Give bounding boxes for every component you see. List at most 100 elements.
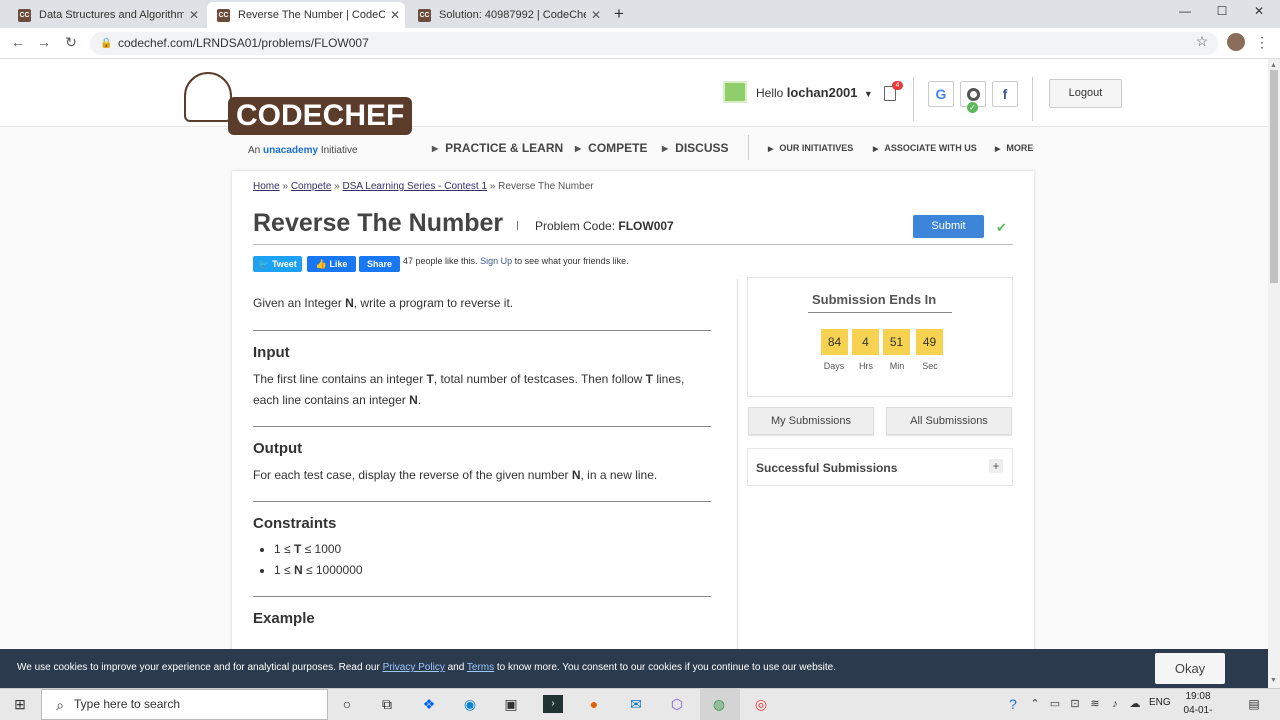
breadcrumb-home[interactable]: Home — [253, 181, 280, 192]
section-divider — [253, 330, 711, 331]
countdown-label: Sec — [922, 361, 938, 371]
facebook-like-text: 47 people like this. Sign Up to see what… — [403, 256, 629, 266]
close-icon[interactable]: ✕ — [586, 8, 606, 22]
windows-start-icon[interactable]: ⊞ — [10, 695, 30, 713]
tab-title: Data Structures and Algorithms C — [39, 9, 184, 21]
facebook-like-button[interactable]: 👍 Like — [307, 256, 356, 272]
browser-tab-dsa[interactable]: CC Data Structures and Algorithms C ✕ — [8, 2, 204, 28]
solved-check-icon: ✔ — [996, 220, 1007, 235]
forward-arrow-icon[interactable]: → — [34, 34, 54, 50]
countdown-label: Min — [889, 361, 905, 371]
unacademy-logo: unacademy — [263, 145, 319, 156]
profile-avatar-icon[interactable] — [1227, 33, 1245, 51]
all-submissions-button[interactable]: All Submissions — [886, 407, 1012, 435]
user-avatar[interactable] — [723, 81, 747, 103]
minimize-icon[interactable]: — — [1170, 4, 1200, 18]
hex-app-icon[interactable]: ⬡ — [667, 695, 687, 713]
countdown-label: Days — [823, 361, 845, 371]
codechef-favicon-icon: CC — [418, 8, 431, 22]
tweet-button[interactable]: 🐦 Tweet — [253, 256, 302, 272]
user-greeting[interactable]: Hello lochan2001 ▼ — [756, 85, 873, 100]
successful-submissions-title: Successful Submissions — [756, 461, 898, 475]
network-icon[interactable]: ⊡ — [1065, 695, 1085, 713]
title-separator — [517, 221, 518, 230]
breadcrumb-compete[interactable]: Compete — [291, 181, 332, 192]
submit-button[interactable]: Submit — [913, 215, 984, 238]
my-submissions-button[interactable]: My Submissions — [748, 407, 874, 435]
terms-link[interactable]: Terms — [467, 662, 494, 673]
privacy-policy-link[interactable]: Privacy Policy — [383, 662, 445, 673]
notification-center-icon[interactable]: ▤ — [1244, 695, 1264, 713]
taskbar-clock[interactable]: 19:08 04-01-2021 — [1176, 690, 1220, 720]
address-bar[interactable]: 🔒 codechef.com/LRNDSA01/problems/FLOW007 — [90, 32, 1218, 55]
timer-title-underline — [808, 312, 952, 313]
expand-plus-icon[interactable]: + — [989, 459, 1003, 473]
help-icon[interactable]: ? — [1003, 695, 1023, 713]
chef-hat-logo-icon — [184, 72, 232, 122]
header-divider — [913, 77, 914, 121]
browser-tab-solution[interactable]: CC Solution: 40987992 | CodeChef ✕ — [408, 2, 606, 28]
triangle-right-icon: ▶ — [873, 146, 879, 153]
countdown-hours: 4 — [852, 329, 879, 355]
new-tab-icon[interactable]: + — [614, 4, 624, 24]
firefox-icon[interactable]: ● — [584, 695, 604, 713]
terminal-app-icon[interactable]: › — [543, 695, 563, 713]
facebook-signup-link[interactable]: Sign Up — [480, 256, 512, 266]
facebook-icon[interactable]: f — [992, 81, 1018, 107]
constraints-list: 1 ≤ T ≤ 1000 1 ≤ N ≤ 1000000 — [253, 539, 711, 581]
store-icon[interactable]: ▣ — [501, 695, 521, 713]
header-divider — [1032, 77, 1033, 121]
chevron-up-icon[interactable]: ⌃ — [1025, 695, 1045, 713]
url-text: codechef.com/LRNDSA01/problems/FLOW007 — [118, 36, 369, 50]
example-heading: Example — [253, 610, 315, 627]
window-close-icon[interactable]: ✕ — [1244, 4, 1274, 18]
nav-practice-learn[interactable]: ▶ PRACTICE & LEARN — [432, 141, 563, 155]
onedrive-icon[interactable]: ☁ — [1125, 695, 1145, 713]
reload-icon[interactable]: ↻ — [61, 34, 81, 51]
mail-icon[interactable]: ✉ — [626, 695, 646, 713]
facebook-share-button[interactable]: Share — [359, 256, 400, 272]
edge-icon[interactable]: ◉ — [460, 695, 480, 713]
breadcrumb-contest[interactable]: DSA Learning Series - Contest 1 — [343, 181, 488, 192]
scroll-up-icon[interactable]: ▲ — [1270, 62, 1277, 69]
codechef-logo[interactable]: CODECHEF — [228, 97, 413, 135]
cookie-okay-button[interactable]: Okay — [1155, 653, 1225, 684]
nav-associate-with-us[interactable]: ▶ ASSOCIATE WITH US — [873, 143, 977, 153]
taskbar-search-input[interactable]: Type here to search — [41, 689, 328, 720]
maximize-icon[interactable]: ☐ — [1207, 4, 1237, 18]
nav-more[interactable]: ▶ MORE — [995, 143, 1033, 153]
codechef-favicon-icon: CC — [217, 8, 230, 22]
dropbox-icon[interactable]: ❖ — [419, 695, 439, 713]
breadcrumb: Home » Compete » DSA Learning Series - C… — [253, 181, 594, 192]
google-icon[interactable]: G — [928, 81, 954, 107]
close-icon[interactable]: ✕ — [385, 8, 405, 22]
volume-icon[interactable]: ♪ — [1105, 695, 1125, 713]
triangle-right-icon: ▶ — [432, 143, 439, 153]
nav-discuss[interactable]: ▶ DISCUSS — [662, 141, 729, 155]
triangle-right-icon: ▶ — [575, 143, 582, 153]
nav-compete[interactable]: ▶ COMPETE — [575, 141, 648, 155]
back-arrow-icon[interactable]: ← — [8, 34, 28, 50]
tab-title: Reverse The Number | CodeChef — [238, 9, 385, 21]
browser-menu-icon[interactable]: ⋮ — [1252, 34, 1272, 51]
cortana-icon[interactable]: ○ — [337, 695, 357, 713]
submission-ends-title: Submission Ends In — [812, 292, 937, 307]
scroll-down-icon[interactable]: ▼ — [1270, 677, 1277, 684]
recorder-app-icon[interactable]: ◎ — [751, 695, 771, 713]
output-text: For each test case, display the reverse … — [253, 468, 658, 482]
scrollbar-thumb[interactable] — [1270, 70, 1278, 283]
problem-code: Problem Code: FLOW007 — [535, 219, 674, 233]
notification-badge: 4 — [892, 81, 903, 90]
logout-button[interactable]: Logout — [1049, 79, 1122, 108]
language-indicator[interactable]: ENG — [1149, 697, 1171, 708]
countdown-seconds: 49 — [916, 329, 943, 355]
close-icon[interactable]: ✕ — [184, 8, 204, 22]
wifi-icon[interactable]: ≋ — [1085, 695, 1105, 713]
codechef-favicon-icon: CC — [18, 8, 31, 22]
task-view-icon[interactable]: ⧉ — [377, 695, 397, 713]
nav-our-initiatives[interactable]: ▶ OUR INITIATIVES — [768, 143, 853, 153]
browser-tab-reverse-number[interactable]: CC Reverse The Number | CodeChef ✕ — [207, 2, 405, 28]
battery-icon[interactable]: ▭ — [1045, 695, 1065, 713]
bookmark-star-icon[interactable]: ☆ — [1192, 33, 1212, 50]
chrome-icon[interactable]: ◍ — [709, 695, 729, 713]
